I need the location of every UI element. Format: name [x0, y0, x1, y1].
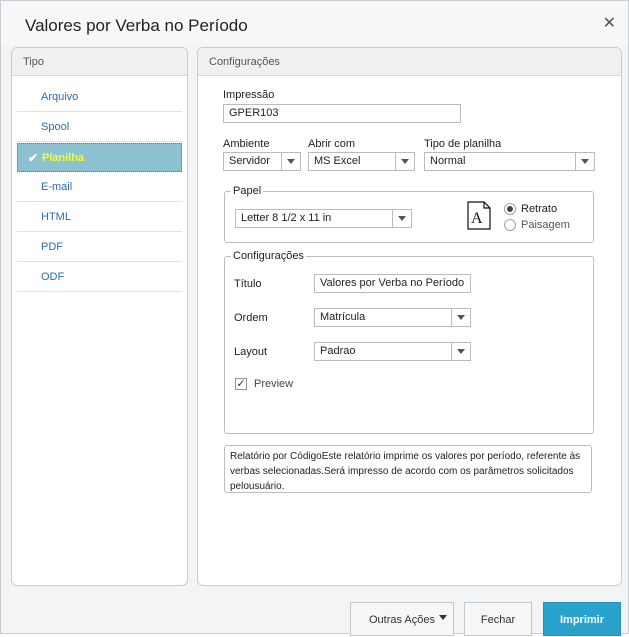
- ordem-value: Matrícula: [320, 311, 366, 323]
- dialog-title: Valores por Verba no Período: [25, 16, 248, 35]
- tipo-label: Tipo de planilha: [424, 138, 502, 150]
- outras-acoes-button[interactable]: Outras Ações: [350, 602, 454, 636]
- print-dialog: Valores por Verba no Período ✕ Tipo Arqu…: [0, 0, 629, 636]
- check-icon: ✔: [28, 151, 39, 165]
- ordem-label: Ordem: [234, 312, 268, 324]
- paper-size-select[interactable]: Letter 8 1/2 x 11 in: [235, 209, 412, 228]
- chevron-down-icon[interactable]: [395, 153, 414, 170]
- sidebar-item-spool[interactable]: Spool: [17, 113, 182, 142]
- titulo-label: Título: [234, 278, 262, 290]
- config-panel: Configurações Impressão GPER103 Ambiente…: [197, 47, 622, 586]
- papel-title: Papel: [231, 185, 264, 197]
- sidebar-item-email[interactable]: E-mail: [17, 173, 182, 202]
- fechar-button[interactable]: Fechar: [464, 602, 532, 636]
- ordem-select[interactable]: Matrícula: [314, 308, 471, 327]
- chevron-down-icon: [439, 615, 447, 620]
- type-panel-header: Tipo: [12, 48, 187, 76]
- document-letter: A: [471, 210, 483, 227]
- sidebar-item-odf[interactable]: ODF: [17, 263, 182, 292]
- preview-label: Preview: [254, 378, 294, 390]
- sidebar-item-planilha[interactable]: ✔ Planilha: [17, 143, 182, 172]
- tipo-value: Normal: [430, 155, 466, 167]
- chevron-down-icon[interactable]: [392, 210, 411, 227]
- title-bar: Valores por Verba no Período ✕: [1, 1, 628, 45]
- abrir-value: MS Excel: [314, 155, 361, 167]
- layout-select[interactable]: Padrao: [314, 342, 471, 361]
- sidebar-item-label: Planilha: [42, 152, 85, 164]
- paper-size-value: Letter 8 1/2 x 11 in: [241, 212, 332, 224]
- config-panel-header: Configurações: [198, 48, 621, 76]
- settings-title: Configurações: [231, 250, 306, 262]
- layout-label: Layout: [234, 346, 268, 358]
- tipo-select[interactable]: Normal: [424, 152, 595, 171]
- settings-group: Configurações Título Valores por Verba n…: [224, 250, 594, 434]
- retrato-radio[interactable]: [504, 203, 516, 215]
- layout-value: Padrao: [320, 345, 356, 357]
- preview-checkbox[interactable]: ✓: [235, 378, 247, 390]
- abrir-label: Abrir com: [308, 138, 356, 150]
- type-panel: Tipo Arquivo Spool ✔ Planilha E-mail HTM…: [11, 47, 188, 586]
- sidebar-item-arquivo[interactable]: Arquivo: [17, 83, 182, 112]
- document-orientation-icon: A: [467, 201, 491, 230]
- impressao-field[interactable]: GPER103: [223, 104, 461, 123]
- report-description: Relatório por CódigoEste relatório impri…: [224, 445, 592, 493]
- ambiente-label: Ambiente: [223, 138, 270, 150]
- sidebar-item-html[interactable]: HTML: [17, 203, 182, 232]
- ambiente-value: Servidor: [229, 155, 270, 167]
- outras-acoes-label: Outras Ações: [368, 614, 436, 626]
- paisagem-label: Paisagem: [521, 219, 570, 231]
- titulo-field[interactable]: Valores por Verba no Período: [314, 274, 471, 293]
- imprimir-button[interactable]: Imprimir: [543, 602, 621, 636]
- retrato-label: Retrato: [521, 203, 558, 215]
- chevron-down-icon[interactable]: [281, 153, 300, 170]
- paisagem-radio[interactable]: [504, 219, 516, 231]
- ambiente-select[interactable]: Servidor: [223, 152, 301, 171]
- chevron-down-icon[interactable]: [451, 343, 470, 360]
- abrir-select[interactable]: MS Excel: [308, 152, 415, 171]
- chevron-down-icon[interactable]: [575, 153, 594, 170]
- close-icon[interactable]: ✕: [603, 13, 616, 33]
- papel-group: Papel Letter 8 1/2 x 11 in A Retrato Pai…: [224, 185, 594, 243]
- sidebar-item-pdf[interactable]: PDF: [17, 233, 182, 262]
- chevron-down-icon[interactable]: [451, 309, 470, 326]
- impressao-label: Impressão: [223, 89, 275, 101]
